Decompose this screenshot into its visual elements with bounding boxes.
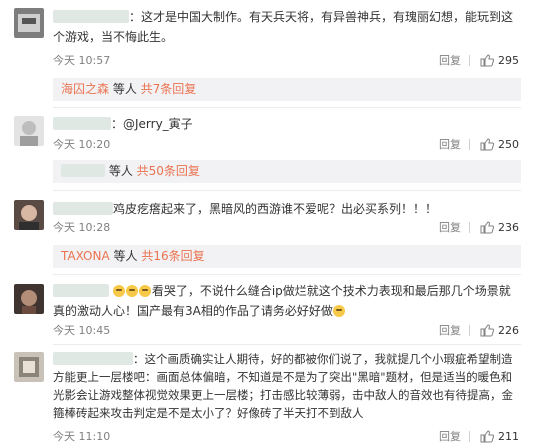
reply-button[interactable]: 回复	[439, 322, 461, 338]
thumbs-up-icon	[480, 429, 494, 442]
subreply-author[interactable]: TAXONA	[61, 249, 110, 263]
like-count: 226	[498, 323, 519, 337]
crying-emoji-icon	[125, 285, 138, 297]
reply-button[interactable]: 回复	[439, 136, 461, 152]
like-count: 250	[498, 137, 519, 151]
avatar[interactable]	[14, 200, 44, 230]
like-button[interactable]: 211	[480, 430, 519, 443]
username-masked[interactable]	[53, 202, 113, 215]
subreply-author-masked[interactable]	[61, 164, 105, 177]
divider	[53, 344, 521, 345]
divider	[53, 107, 521, 108]
subreply-count[interactable]: 共50条回复	[137, 164, 200, 178]
avatar[interactable]	[14, 284, 44, 314]
subreply-author[interactable]: 海囚之森	[61, 82, 109, 96]
username-masked[interactable]	[53, 352, 133, 365]
thumbs-up-icon	[480, 220, 494, 233]
subreply-count[interactable]: 共16条回复	[141, 249, 204, 263]
divider	[469, 221, 470, 233]
divider	[469, 430, 470, 442]
comment-text: ：@Jerry_寅子	[53, 114, 519, 134]
timestamp: 今天 10:20	[53, 138, 111, 151]
subreply-summary[interactable]: 海囚之森 等人 共7条回复	[53, 78, 521, 101]
timestamp: 今天 10:45	[53, 324, 111, 337]
thumbs-up-icon	[480, 137, 494, 150]
divider	[53, 274, 521, 275]
thumbs-up-icon	[480, 323, 494, 336]
subreply-middle: 等人	[109, 82, 141, 96]
reply-button[interactable]: 回复	[439, 219, 461, 235]
crying-emoji-icon	[138, 285, 151, 297]
like-count: 211	[498, 429, 519, 443]
timestamp: 今天 10:28	[53, 221, 111, 234]
subreply-summary[interactable]: 等人 共50条回复	[53, 160, 521, 183]
avatar[interactable]	[14, 8, 44, 38]
username-masked[interactable]	[53, 10, 129, 23]
thumbs-up-icon	[480, 53, 494, 66]
username-masked[interactable]	[53, 117, 111, 130]
reply-button[interactable]: 回复	[439, 428, 461, 444]
comment-text: ：这个画质确实让人期待，好的都被你们说了，我就提几个小瑕疵希望制造方能更上一层楼…	[53, 352, 513, 420]
divider	[469, 138, 470, 150]
comment-text: ：这才是中国大制作。有天兵天将，有异兽神兵，有瑰丽幻想，能玩到这个游戏，当不悔此…	[53, 10, 514, 44]
reply-button[interactable]: 回复	[439, 52, 461, 68]
like-button[interactable]: 236	[480, 221, 519, 234]
divider	[469, 324, 470, 336]
pleading-emoji-icon	[332, 305, 345, 317]
username-masked[interactable]	[53, 284, 109, 297]
avatar[interactable]	[14, 116, 44, 146]
like-button[interactable]: 295	[480, 54, 519, 67]
comment-text: 看哭了，不说什么缝合ip做烂就这个技术力表现和最后那几个场景就真的激动人心！国产…	[53, 284, 511, 318]
crying-emoji-icon	[112, 285, 125, 297]
avatar[interactable]	[14, 352, 44, 382]
timestamp: 今天 11:10	[53, 430, 111, 443]
like-button[interactable]: 226	[480, 324, 519, 337]
like-count: 236	[498, 220, 519, 234]
comment-meta: 今天 10:20 回复 250	[53, 136, 519, 152]
timestamp: 今天 10:57	[53, 54, 111, 67]
comment-meta: 今天 10:28 回复 236	[53, 219, 519, 235]
comment-meta: 今天 10:45 回复 226	[53, 322, 519, 338]
like-button[interactable]: 250	[480, 138, 519, 151]
like-count: 295	[498, 53, 519, 67]
subreply-summary[interactable]: TAXONA 等人 共16条回复	[53, 245, 521, 268]
divider	[469, 54, 470, 66]
subreply-count[interactable]: 共7条回复	[141, 82, 197, 96]
comment-meta: 今天 10:57 回复 295	[53, 52, 519, 68]
comment-text: 鸡皮疙瘩起来了，黑暗风的西游谁不爱呢？出必买系列！！！	[53, 199, 519, 219]
comment-meta: 今天 11:10 回复 211	[53, 428, 519, 444]
subreply-middle: 等人	[105, 164, 137, 178]
subreply-middle: 等人	[109, 249, 142, 263]
divider	[53, 190, 521, 191]
